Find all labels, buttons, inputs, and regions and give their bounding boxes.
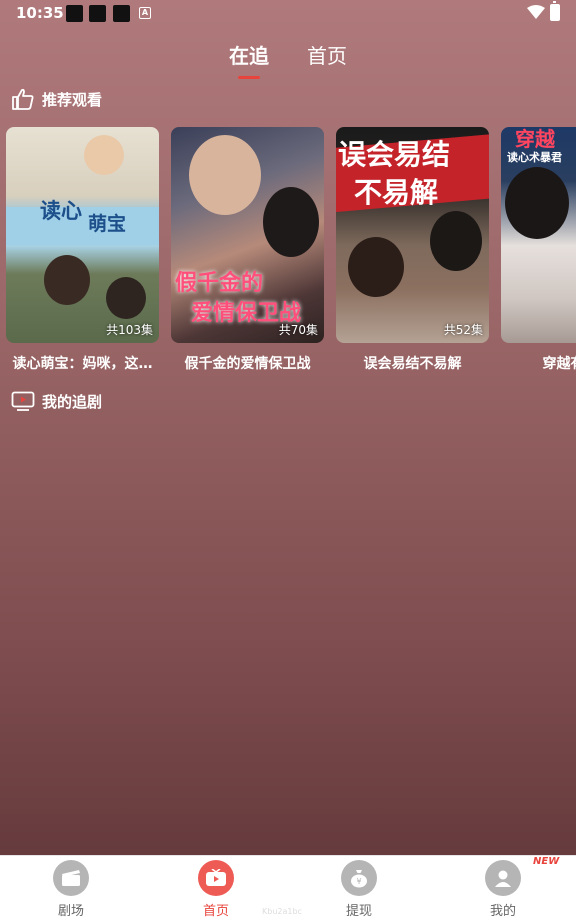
top-tabs: 在追 首页 [0, 40, 576, 84]
tab-home[interactable]: 首页 [307, 40, 347, 69]
drama-poster: 误会易结 不易解 共52集 [336, 127, 489, 343]
poster-figure [430, 211, 482, 271]
tv-play-icon [11, 391, 35, 411]
svg-text:¥: ¥ [356, 877, 361, 886]
battery-icon [550, 1, 560, 21]
thumbs-up-icon [12, 88, 34, 110]
notification-icon [113, 5, 130, 22]
nav-label: 剧场 [57, 904, 84, 919]
drama-card[interactable]: 读心 萌宝 共103集 读心萌宝：妈咪，这… [6, 127, 159, 373]
poster-title: 不易解 [354, 176, 439, 209]
tab-indicator [238, 76, 260, 79]
drama-title: 误会易结不易解 [363, 356, 462, 372]
nav-theater[interactable]: 剧场 [21, 860, 121, 919]
drama-poster: 假千金的 爱情保卫战 共70集 [171, 127, 324, 343]
poster-figure [106, 277, 146, 319]
poster-figure [189, 135, 261, 215]
poster-figure [348, 237, 404, 297]
section-title: 推荐观看 [42, 90, 103, 109]
poster-figure [263, 187, 319, 257]
recommended-carousel[interactable]: 读心 萌宝 共103集 读心萌宝：妈咪，这… 假千金的 爱情保卫战 共70集 假… [0, 127, 576, 379]
episode-count: 共52集 [443, 323, 483, 337]
nav-mine[interactable]: 我的 [453, 860, 553, 919]
episode-count: 共70集 [278, 323, 318, 337]
nav-withdraw[interactable]: ¥ 提现 [309, 860, 409, 919]
user-icon [485, 860, 521, 896]
tv-icon [198, 860, 234, 896]
poster-title: 读心 [40, 199, 82, 223]
clapperboard-icon [53, 860, 89, 896]
drama-title: 读心萌宝：妈咪，这… [12, 356, 153, 372]
poster-figure [505, 167, 569, 239]
poster-title: 假千金的 [175, 271, 264, 296]
drama-title: 假千金的爱情保卫战 [184, 356, 311, 372]
poster-figure [84, 135, 124, 175]
drama-title: 穿越有方： [542, 356, 576, 372]
nav-label: 首页 [202, 904, 229, 919]
my-dramas-header: 我的追剧 [11, 388, 102, 414]
poster-title: 萌宝 [88, 213, 127, 235]
drama-poster: 穿越 读心术暴君 [501, 127, 576, 343]
status-bar: 10:35 A [0, 0, 576, 28]
poster-band [6, 207, 159, 245]
status-time: 10:35 [16, 4, 64, 22]
money-bag-icon: ¥ [341, 860, 377, 896]
notification-icon [66, 5, 83, 22]
episode-count: 共103集 [106, 323, 153, 337]
poster-subtitle: 读心术暴君 [507, 151, 562, 164]
drama-poster: 读心 萌宝 共103集 [6, 127, 159, 343]
nav-label: 我的 [489, 904, 516, 919]
nav-home[interactable]: 首页 [166, 860, 266, 919]
recommended-header: 推荐观看 [11, 86, 102, 112]
poster-title: 误会易结 [338, 138, 451, 171]
wifi-icon [527, 5, 545, 19]
watermark: Kbu2a1bc [262, 907, 302, 916]
nav-label: 提现 [345, 904, 372, 919]
drama-card[interactable]: 误会易结 不易解 共52集 误会易结不易解 [336, 127, 489, 373]
section-title: 我的追剧 [42, 392, 103, 411]
new-badge: NEW [533, 856, 560, 867]
poster-figure [44, 255, 90, 305]
drama-card[interactable]: 假千金的 爱情保卫战 共70集 假千金的爱情保卫战 [171, 127, 324, 373]
drama-card[interactable]: 穿越 读心术暴君 穿越有方： [501, 127, 576, 373]
notification-icon [89, 5, 106, 22]
accessibility-notification-icon: A [139, 7, 151, 19]
tab-following[interactable]: 在追 [229, 40, 269, 69]
